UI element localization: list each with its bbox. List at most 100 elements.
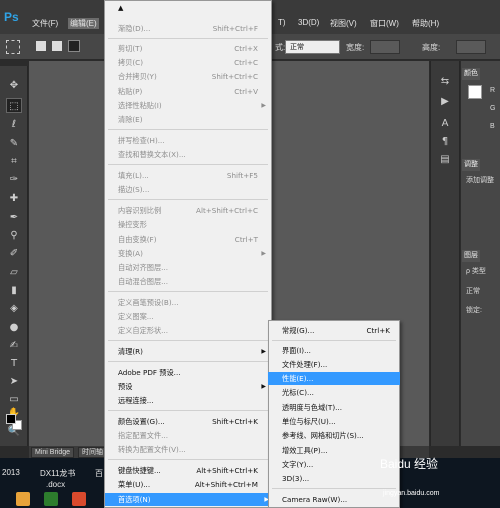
quick-select-tool-icon[interactable]: ✎ — [6, 136, 22, 151]
pref-performance[interactable]: 性能(E)... — [268, 372, 400, 385]
app-icon[interactable] — [44, 492, 58, 506]
width-field[interactable] — [370, 40, 400, 54]
menu-item-clear[interactable]: 清除(E) — [118, 113, 268, 126]
path-select-tool-icon[interactable]: ➤ — [6, 374, 22, 389]
menu-item-content-aware-scale[interactable]: 内容识别比例 Alt+Shift+Ctrl+C — [118, 204, 268, 217]
height-field[interactable] — [456, 40, 486, 54]
taskbar-file-name[interactable]: DX11龙书 — [40, 468, 75, 479]
properties-panel-icon[interactable]: ▤ — [437, 154, 453, 168]
timeline-tab[interactable]: 时间轴 — [78, 447, 107, 458]
adjustments-tab[interactable]: 调整 — [462, 159, 480, 171]
menu-item-assign-profile[interactable]: 指定配置文件... — [118, 429, 268, 442]
width-label: 宽度: — [346, 43, 365, 52]
menu-edit[interactable]: 编辑(E) — [68, 18, 99, 29]
style-select[interactable]: 正常 — [285, 40, 340, 54]
taskbar-file-ext[interactable]: .docx — [46, 480, 65, 489]
menu-item-keyboard-shortcuts[interactable]: 键盘快捷键... Alt+Shift+Ctrl+K — [118, 464, 268, 477]
blur-tool-icon[interactable]: ◈ — [6, 301, 22, 316]
menu-item-menus[interactable]: 菜单(U)... Alt+Shift+Ctrl+M — [118, 478, 268, 491]
menu-item-define-brush[interactable]: 定义画笔预设(B)... — [118, 296, 268, 309]
menu-item-transform[interactable]: 变换(A) ▶ — [118, 247, 268, 260]
type-tool-icon[interactable]: T — [6, 356, 22, 371]
menu-item-auto-align[interactable]: 自动对齐图层... — [118, 261, 268, 274]
menu-item-define-pattern[interactable]: 定义图案... — [118, 310, 268, 323]
menu-type[interactable]: T) — [278, 18, 286, 27]
taskbar-file2[interactable]: 百 — [95, 468, 103, 479]
dodge-tool-icon[interactable]: ● — [6, 320, 22, 335]
menu-item-find-replace[interactable]: 查找和替换文本(X)... — [118, 148, 268, 161]
paragraph-panel-icon[interactable]: ¶ — [437, 136, 453, 150]
history-panel-icon[interactable]: ⇆ — [437, 76, 453, 90]
pref-units-rulers[interactable]: 单位与标尺(U)... — [268, 415, 400, 428]
menu-item-stroke[interactable]: 描边(S)... — [118, 183, 268, 196]
menu-separator — [272, 340, 396, 341]
history-brush-tool-icon[interactable]: ✐ — [6, 246, 22, 261]
layers-tab[interactable]: 图层 — [462, 250, 480, 262]
menu-item-paste-special[interactable]: 选择性粘贴(I) ▶ — [118, 99, 268, 112]
menu-3d[interactable]: 3D(D) — [298, 18, 319, 27]
marquee-tool-icon[interactable] — [6, 40, 20, 54]
add-adjustment-label: 添加调整 — [466, 177, 494, 184]
menu-item-paste[interactable]: 粘贴(P) Ctrl+V — [118, 85, 268, 98]
pref-general[interactable]: 常规(G)... Ctrl+K — [268, 324, 400, 337]
menu-separator — [272, 488, 396, 489]
menu-item-remote-connections[interactable]: 远程连接... — [118, 394, 268, 407]
foreground-color-swatch[interactable] — [6, 414, 16, 424]
eyedropper-tool-icon[interactable]: ✑ — [6, 172, 22, 187]
menu-help[interactable]: 帮助(H) — [412, 18, 439, 29]
eraser-tool-icon[interactable]: ▱ — [6, 265, 22, 280]
color-preview-swatch[interactable] — [468, 85, 482, 99]
menu-item-define-shape[interactable]: 定义自定形状... — [118, 324, 268, 337]
scroll-up-icon[interactable]: ▲ — [118, 4, 123, 12]
new-selection-icon[interactable] — [36, 41, 46, 51]
lasso-tool-icon[interactable]: ℓ — [6, 117, 22, 132]
menu-window[interactable]: 窗口(W) — [370, 18, 399, 29]
folder-icon[interactable] — [16, 492, 30, 506]
pref-file-handling[interactable]: 文件处理(F)... — [268, 358, 400, 371]
menu-view[interactable]: 视图(V) — [330, 18, 357, 29]
menu-item-presets[interactable]: 预设 ▶ — [118, 380, 268, 393]
rect-marquee-tool-icon[interactable]: ⬚ — [6, 98, 22, 113]
menu-item-convert-profile[interactable]: 转换为配置文件(V)... — [118, 443, 268, 456]
menu-item-copy-merged[interactable]: 合并拷贝(Y) Shift+Ctrl+C — [118, 70, 268, 83]
menu-item-copy[interactable]: 拷贝(C) Ctrl+C — [118, 56, 268, 69]
menu-item-check-spelling[interactable]: 拼写检查(H)... — [118, 134, 268, 147]
menu-item-purge[interactable]: 清理(R) ▶ — [118, 345, 268, 358]
color-tab[interactable]: 颜色 — [462, 68, 480, 80]
menu-item-fill[interactable]: 填充(L)... Shift+F5 — [118, 169, 268, 182]
brush-tool-icon[interactable]: ✒ — [6, 210, 22, 225]
color-b-label: B — [490, 123, 495, 130]
move-tool-icon[interactable]: ✥ — [6, 78, 22, 93]
menu-separator — [108, 361, 268, 362]
pref-cursors[interactable]: 光标(C)... — [268, 386, 400, 399]
menu-item-fade[interactable]: 渐隐(D)... Shift+Ctrl+F — [118, 22, 268, 35]
shape-tool-icon[interactable]: ▭ — [6, 392, 22, 407]
menu-item-preferences[interactable]: 首选项(N) ▶ — [105, 493, 271, 506]
menu-item-cut[interactable]: 剪切(T) Ctrl+X — [118, 42, 268, 55]
subtract-selection-icon[interactable] — [68, 40, 80, 52]
pref-transparency[interactable]: 透明度与色域(T)... — [268, 401, 400, 414]
pen-tool-icon[interactable]: ✍ — [6, 338, 22, 353]
layers-kind-filter[interactable]: ρ 类型 — [466, 266, 486, 276]
clone-stamp-tool-icon[interactable]: ⚲ — [6, 228, 22, 243]
menu-item-puppet-warp[interactable]: 操控变形 — [118, 218, 268, 231]
pref-guides-grid[interactable]: 参考线、网格和切片(S)... — [268, 429, 400, 442]
menu-item-color-settings[interactable]: 颜色设置(G)... Shift+Ctrl+K — [118, 415, 268, 428]
color-g-label: G — [490, 105, 496, 112]
menu-item-free-transform[interactable]: 自由变换(F) Ctrl+T — [118, 233, 268, 246]
mini-bridge-tab[interactable]: Mini Bridge — [31, 447, 75, 458]
healing-brush-tool-icon[interactable]: ✚ — [6, 191, 22, 206]
crop-tool-icon[interactable]: ⌗ — [6, 154, 22, 169]
menu-item-auto-blend[interactable]: 自动混合图层... — [118, 275, 268, 288]
pref-interface[interactable]: 界面(I)... — [268, 344, 400, 357]
actions-panel-icon[interactable]: ▶ — [437, 96, 453, 110]
menu-file[interactable]: 文件(F) — [32, 18, 58, 29]
gradient-tool-icon[interactable]: ▮ — [6, 283, 22, 298]
menu-item-pdf-presets[interactable]: Adobe PDF 预设... — [118, 366, 268, 379]
layers-blend-mode[interactable]: 正常 — [466, 286, 480, 296]
photoshop-logo: Ps — [4, 10, 19, 24]
browser-icon[interactable] — [72, 492, 86, 506]
add-selection-icon[interactable] — [52, 41, 62, 51]
style-label: 式: — [275, 43, 286, 52]
character-panel-icon[interactable]: A — [437, 118, 453, 132]
